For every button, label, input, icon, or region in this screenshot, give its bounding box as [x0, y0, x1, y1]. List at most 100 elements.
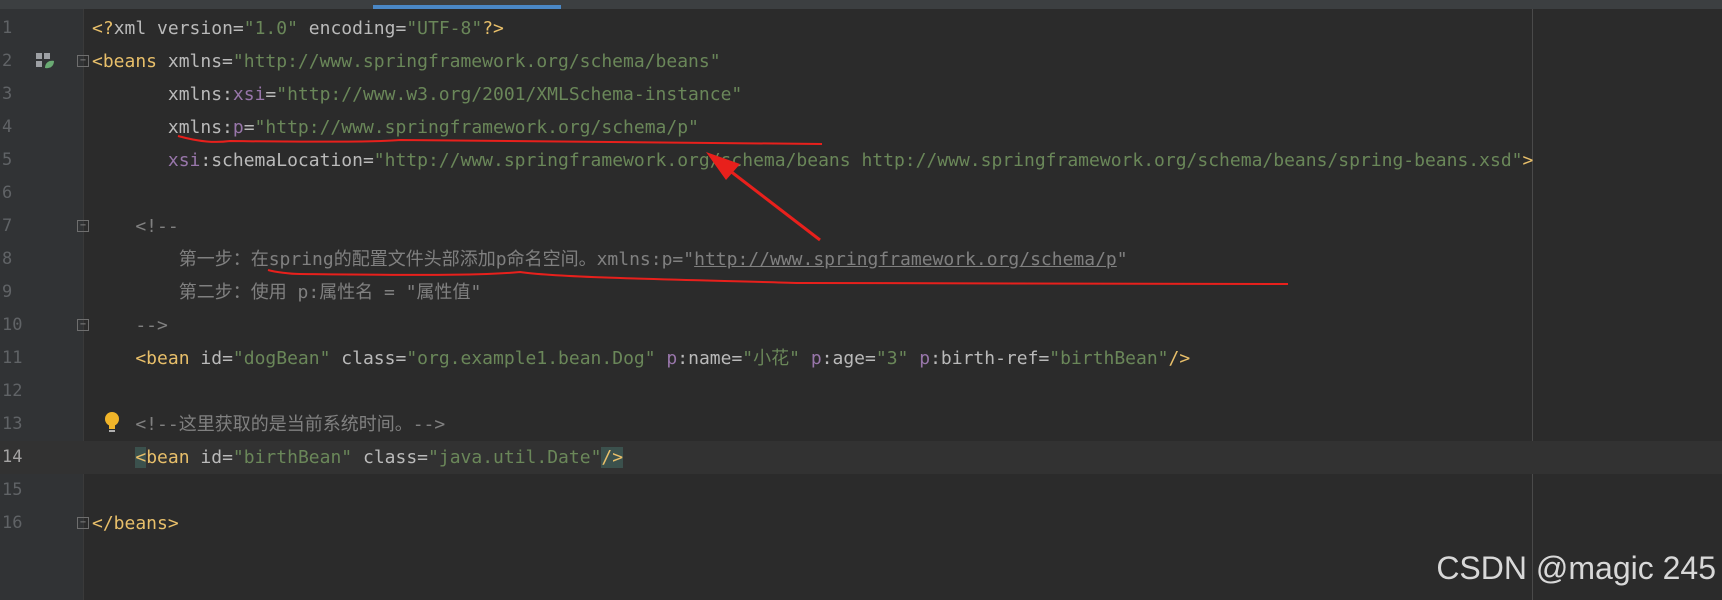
code-token: = — [1038, 348, 1050, 369]
lightbulb-icon[interactable] — [102, 410, 122, 436]
code-token: xmlns — [92, 117, 223, 138]
code-line[interactable]: 3 xmlns:xsi="http://www.w3.org/2001/XMLS… — [0, 78, 1722, 111]
code-token: spring — [268, 249, 334, 270]
code-line[interactable]: 1 <?xml version="1.0" encoding="UTF-8"?> — [0, 12, 1722, 45]
code-text: </beans> — [92, 507, 179, 540]
code-token: id — [200, 348, 223, 369]
code-token: "birthBean" — [232, 447, 353, 468]
code-token: p — [919, 348, 931, 369]
code-text: <beans xmlns="http://www.springframework… — [92, 45, 721, 78]
code-text: xmlns:xsi="http://www.w3.org/2001/XMLSch… — [92, 78, 742, 111]
line-number: 9 — [2, 282, 13, 302]
code-token: "小花" — [742, 348, 800, 369]
code-token: p — [495, 249, 507, 270]
code-line[interactable]: 10 --> − — [0, 309, 1722, 342]
line-number: 6 — [2, 183, 13, 203]
fold-toggle-icon[interactable]: − — [77, 517, 89, 529]
code-token: "http://www.springframework.org/schema/b… — [232, 51, 721, 72]
line-number: 12 — [2, 381, 23, 401]
code-line[interactable]: 9 第二步：使用 p:属性名 = "属性值" — [0, 276, 1722, 309]
code-token: 命名空间。xmlns:p=" — [506, 249, 695, 270]
code-token: "http://www.springframework.org/schema/b… — [373, 150, 1523, 171]
code-token: "birthBean" — [1049, 348, 1169, 369]
spring-bean-icon[interactable] — [34, 50, 56, 72]
code-line[interactable]: 8 第一步：在spring的配置文件头部添加p命名空间。xmlns:p="htt… — [0, 243, 1722, 276]
code-line[interactable]: 4 xmlns:p="http://www.springframework.or… — [0, 111, 1722, 144]
code-line[interactable]: 7 <!-- − — [0, 210, 1722, 243]
code-token: : — [222, 117, 233, 138]
fold-toggle-icon[interactable]: − — [77, 55, 89, 67]
code-text: <?xml version="1.0" encoding="UTF-8"?> — [92, 12, 504, 45]
code-token: = — [243, 117, 255, 138]
code-token: "1.0" — [243, 18, 298, 39]
code-token: = — [222, 447, 233, 468]
line-number: 4 — [2, 117, 13, 137]
code-token: "3" — [875, 348, 909, 369]
line-number: 11 — [2, 348, 23, 368]
code-text: <!-- — [92, 210, 179, 243]
code-token: p — [810, 348, 822, 369]
code-text: <!--这里获取的是当前系统时间。--> — [92, 408, 445, 441]
code-token: "org.example1.bean.Dog" — [406, 348, 656, 369]
code-token: <!--这里获取的是当前系统时间。--> — [92, 414, 446, 435]
code-token: :age — [821, 348, 866, 369]
code-token: = — [265, 84, 277, 105]
code-line[interactable]: 16 </beans> − — [0, 507, 1722, 540]
fold-toggle-icon[interactable]: − — [77, 220, 89, 232]
code-line[interactable]: 2 <beans xmlns="http://www.springframewor… — [0, 45, 1722, 78]
code-token: xmlns — [167, 51, 223, 72]
code-token: 第二步：使用 p:属性名 = "属性值" — [92, 282, 482, 303]
code-line[interactable]: 6 — [0, 177, 1722, 210]
code-line[interactable]: 12 — [0, 375, 1722, 408]
code-token: = — [222, 51, 233, 72]
code-line[interactable]: 15 — [0, 474, 1722, 507]
code-token: 的配置文件头部添加 — [333, 249, 496, 270]
code-token: = — [395, 18, 407, 39]
code-token: id — [200, 447, 223, 468]
code-token: "http://www.springframework.org/schema/p… — [254, 117, 699, 138]
code-token: :birth-ref — [930, 348, 1039, 369]
line-number: 7 — [2, 216, 13, 236]
code-token: = — [232, 18, 244, 39]
code-text: xsi:schemaLocation="http://www.springfra… — [92, 144, 1533, 177]
code-line[interactable]: 5 xsi:schemaLocation="http://www.springf… — [0, 144, 1722, 177]
line-number: 14 — [2, 447, 23, 467]
code-token: <!-- — [92, 216, 179, 237]
line-number: 15 — [2, 480, 23, 500]
code-text: xmlns:p="http://www.springframework.org/… — [92, 111, 699, 144]
code-token: <? — [92, 18, 114, 39]
code-token: /> — [601, 447, 624, 468]
line-number: 8 — [2, 249, 13, 269]
editor-tab-bar[interactable] — [0, 0, 1722, 9]
line-number: 13 — [2, 414, 23, 434]
code-token: "java.util.Date" — [428, 447, 602, 468]
active-tab-indicator — [373, 5, 561, 9]
code-token: = — [731, 348, 743, 369]
code-token: < — [135, 447, 147, 468]
code-line[interactable]: 13 <!--这里获取的是当前系统时间。--> — [0, 408, 1722, 441]
code-line[interactable]: 11 <bean id="dogBean" class="org.example… — [0, 342, 1722, 375]
code-token: version — [157, 18, 233, 39]
code-line[interactable]: 14 <bean id="birthBean" class="java.util… — [0, 441, 1722, 474]
code-token: xml — [113, 18, 158, 39]
fold-toggle-icon[interactable]: − — [77, 319, 89, 331]
code-token: </beans> — [92, 513, 179, 534]
code-token: = — [865, 348, 876, 369]
line-number: 10 — [2, 315, 23, 335]
code-token: p — [232, 117, 244, 138]
watermark-text: CSDN @magic 245 — [1436, 550, 1716, 586]
code-token: = — [417, 447, 429, 468]
code-text: 第二步：使用 p:属性名 = "属性值" — [92, 276, 482, 309]
code-text: --> — [92, 309, 168, 342]
code-token: :name — [677, 348, 732, 369]
code-token: xsi — [167, 150, 201, 171]
code-token: class — [330, 348, 396, 369]
code-token: ?> — [482, 18, 504, 39]
code-text: <bean id="dogBean" class="org.example1.b… — [92, 342, 1190, 375]
line-number: 16 — [2, 513, 23, 533]
code-token: /> — [1168, 348, 1191, 369]
code-token: encoding — [297, 18, 396, 39]
